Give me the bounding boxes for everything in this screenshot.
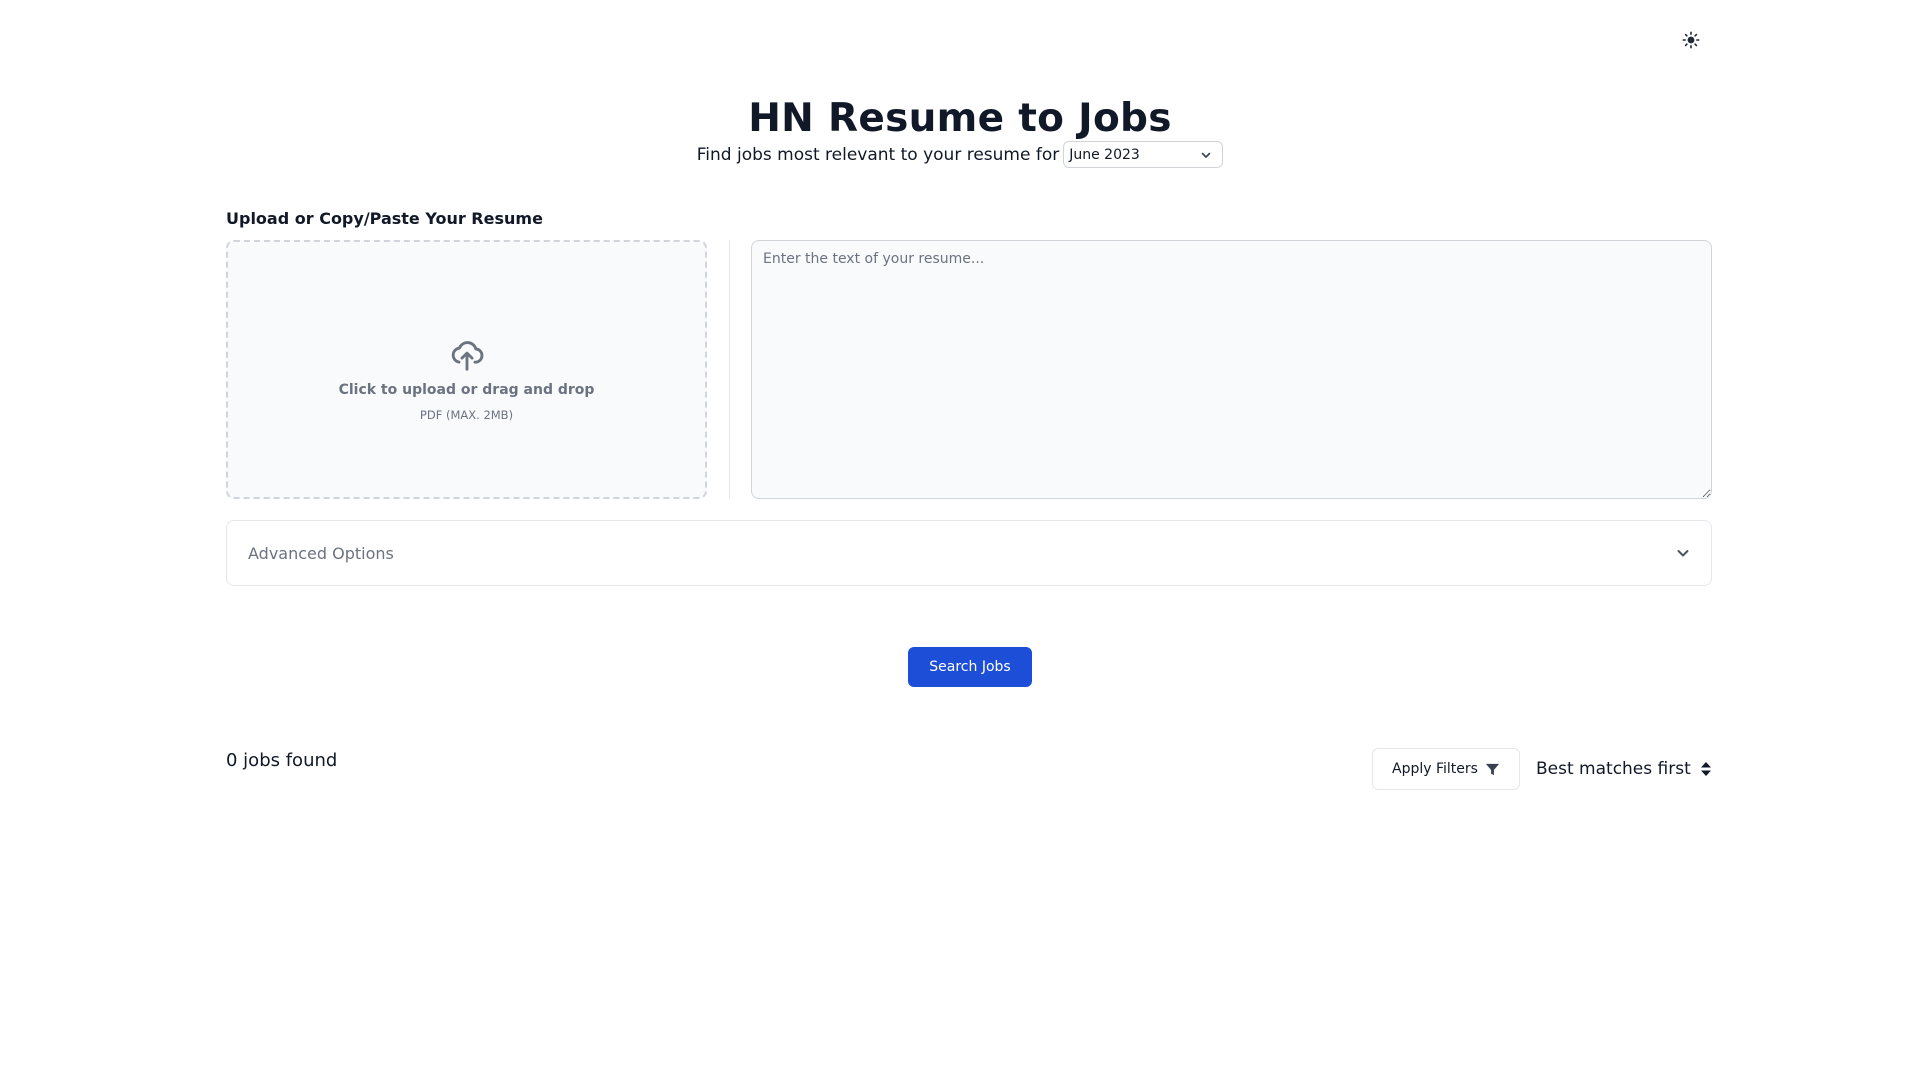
jobs-count: 0 jobs found bbox=[226, 750, 338, 771]
resume-dropzone[interactable]: Click to upload or drag and drop PDF (MA… bbox=[226, 240, 707, 499]
month-select[interactable]: June 2023 bbox=[1063, 141, 1224, 168]
upload-divider bbox=[729, 240, 730, 499]
sort-icon bbox=[1701, 762, 1711, 776]
dropzone-main-text: Click to upload or drag and drop bbox=[338, 381, 595, 398]
apply-filters-label: Apply Filters bbox=[1392, 761, 1478, 777]
page: HN Resume to Jobs Find jobs most relevan… bbox=[0, 0, 1920, 1080]
month-select-value: June 2023 bbox=[1069, 146, 1140, 163]
upload-section-label: Upload or Copy/Paste Your Resume bbox=[226, 209, 543, 228]
subtitle-text: Find jobs most relevant to your resume f… bbox=[696, 144, 1060, 165]
advanced-options-label: Advanced Options bbox=[248, 543, 394, 563]
sort-select[interactable]: Best matches first bbox=[1536, 756, 1712, 782]
search-jobs-button[interactable]: Search Jobs bbox=[908, 647, 1032, 687]
advanced-options-toggle[interactable]: Advanced Options bbox=[226, 520, 1712, 586]
cloud-upload-icon bbox=[451, 340, 483, 371]
sort-label: Best matches first bbox=[1536, 759, 1691, 779]
apply-filters-button[interactable]: Apply Filters bbox=[1372, 748, 1520, 790]
theme-toggle-button[interactable] bbox=[1679, 28, 1703, 52]
chevron-down-icon bbox=[1677, 550, 1689, 557]
filter-icon bbox=[1485, 763, 1500, 775]
resume-text-input[interactable] bbox=[751, 240, 1712, 499]
chevron-down-icon bbox=[1201, 152, 1211, 158]
sun-icon bbox=[1682, 31, 1700, 49]
subtitle-row: Find jobs most relevant to your resume f… bbox=[0, 141, 1920, 168]
page-title: HN Resume to Jobs bbox=[748, 96, 1172, 141]
dropzone-sub-text: PDF (MAX. 2MB) bbox=[419, 407, 514, 422]
